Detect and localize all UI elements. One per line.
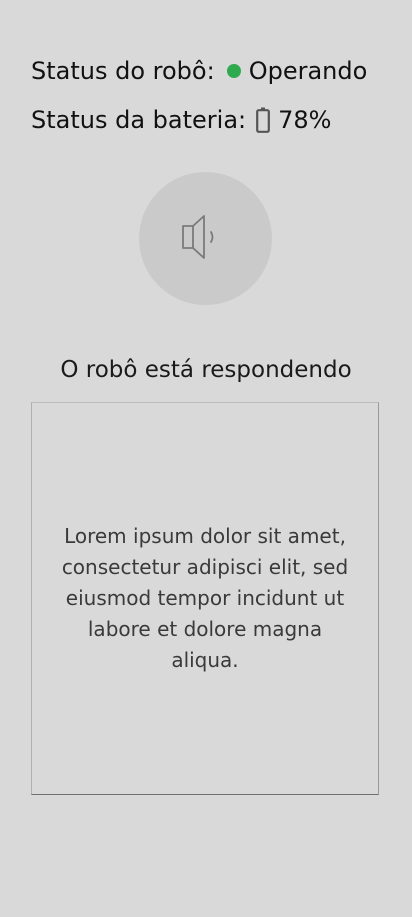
status-indicator-icon — [226, 64, 241, 78]
battery-icon — [256, 107, 271, 133]
battery-status-value: 78% — [278, 106, 332, 134]
battery-status-label: Status da bateria: — [31, 106, 247, 134]
response-title: O robô está respondendo — [60, 357, 352, 383]
speaker-button[interactable] — [139, 172, 272, 305]
speaker-icon — [176, 207, 236, 271]
robot-status-label: Status do robô: — [31, 57, 215, 85]
response-box: Lorem ipsum dolor sit amet, consectetur … — [31, 402, 379, 795]
response-text: Lorem ipsum dolor sit amet, consectetur … — [61, 524, 349, 672]
robot-status-row: Status do robô: Operando — [31, 56, 367, 86]
robot-status-value: Operando — [248, 57, 368, 85]
battery-status-row: Status da bateria: 78% — [31, 105, 331, 135]
